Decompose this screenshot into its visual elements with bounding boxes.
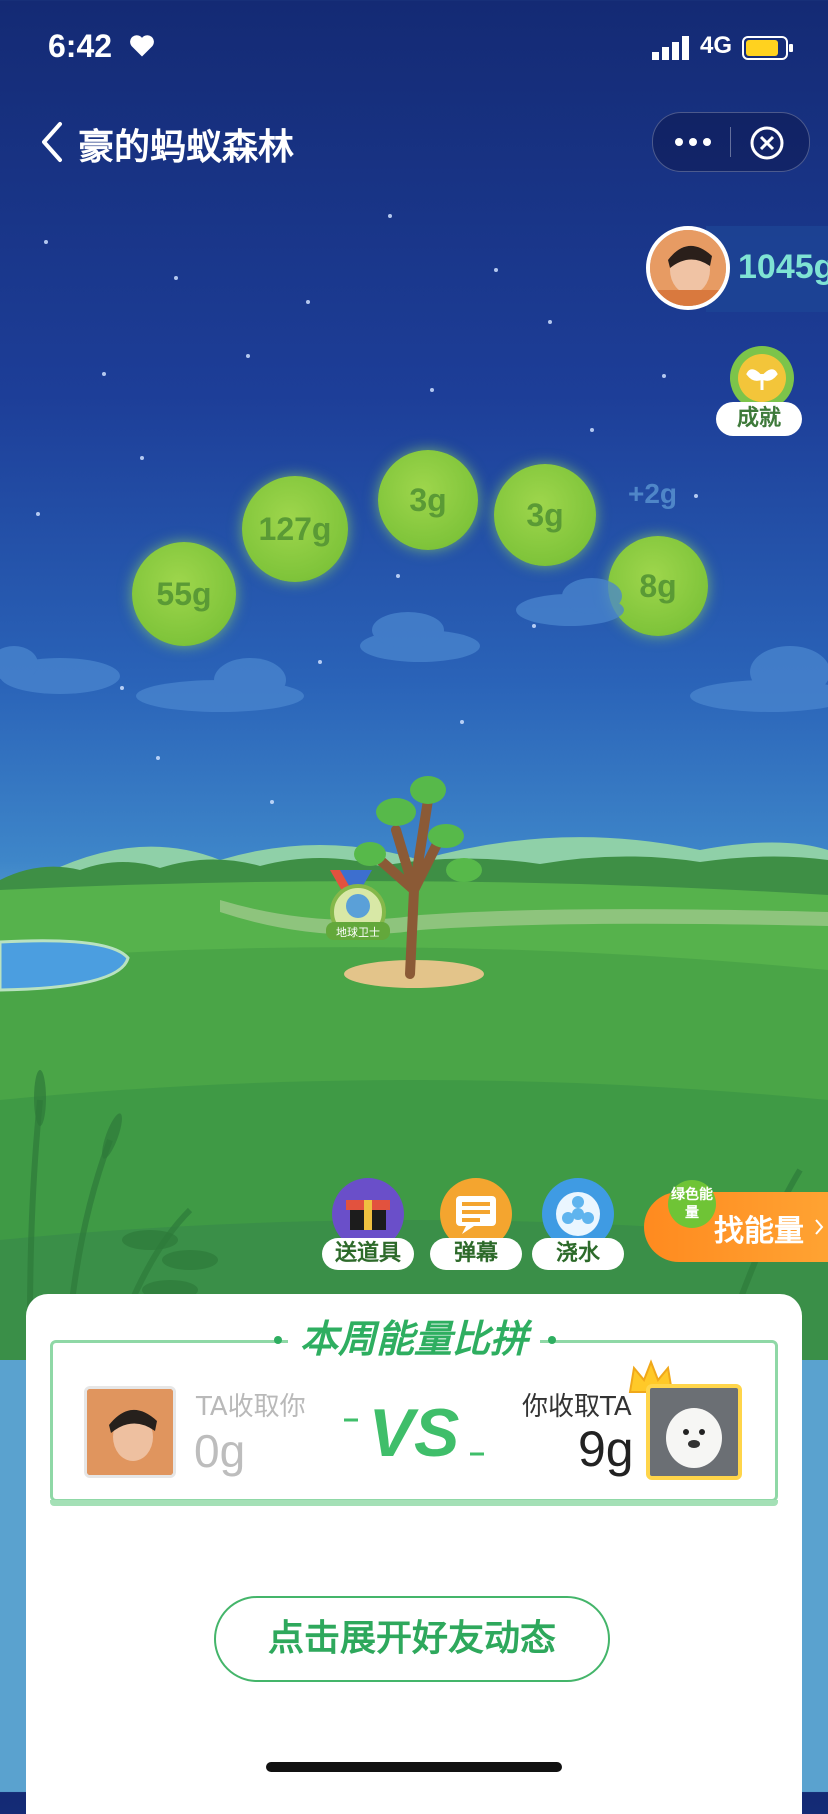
star xyxy=(548,320,552,324)
battery-icon xyxy=(742,36,793,60)
capsule-divider xyxy=(730,127,731,157)
danmaku-label: 弹幕 xyxy=(430,1238,522,1270)
star xyxy=(140,456,144,460)
send-prop-label: 送道具 xyxy=(322,1238,414,1270)
star xyxy=(306,300,310,304)
expand-friend-feed-button[interactable]: 点击展开好友动态 xyxy=(214,1596,610,1682)
star xyxy=(102,372,106,376)
mini-program-capsule xyxy=(652,112,810,172)
pk-title-wrap: 本周能量比拼 xyxy=(288,1316,540,1362)
back-icon[interactable] xyxy=(38,120,68,164)
user-energy-badge[interactable]: 1045g xyxy=(646,226,828,312)
star xyxy=(494,268,498,272)
star xyxy=(388,214,392,218)
plus-energy-text: +2g xyxy=(628,478,678,509)
medal-text: 地球卫士 xyxy=(336,925,380,939)
weekly-pk-card: 本周能量比拼 TA收取你 0g VS 你收取TA 9g 点击展开好友动态 xyxy=(26,1294,802,1814)
ta-collected-label: TA收取你 xyxy=(196,1392,306,1422)
danmaku-button[interactable]: 弹幕 xyxy=(430,1178,522,1270)
home-indicator xyxy=(266,1762,562,1772)
user-avatar[interactable] xyxy=(646,226,730,310)
achievement-button[interactable]: 成就 xyxy=(716,344,808,444)
network-type: 4G xyxy=(700,32,733,59)
status-time: 6:42 xyxy=(48,28,113,64)
star xyxy=(174,276,178,280)
avatar-image xyxy=(650,230,726,306)
vs-graphic: VS xyxy=(344,1395,484,1468)
star xyxy=(36,512,40,516)
vs-text: VS xyxy=(369,1395,460,1468)
close-icon[interactable] xyxy=(749,125,785,161)
green-energy-badge: 绿色能量 xyxy=(668,1180,716,1228)
energy-ball[interactable]: 3g xyxy=(494,464,596,566)
energy-ball[interactable]: 3g xyxy=(378,450,478,550)
star xyxy=(246,354,250,358)
status-bar: 6:42 4G xyxy=(0,0,828,100)
page-title: 豪的蚂蚁森林 xyxy=(78,127,295,168)
friend-avatar[interactable] xyxy=(84,1386,176,1478)
achievement-label: 成就 xyxy=(716,402,802,436)
star xyxy=(44,240,48,244)
me-collected-value: 9g xyxy=(578,1421,634,1477)
find-energy-label: 找能量 xyxy=(714,1214,804,1249)
water-label: 浇水 xyxy=(532,1238,624,1270)
pk-title: 本周能量比拼 xyxy=(299,1317,528,1361)
pk-box-shadow xyxy=(50,1500,778,1506)
send-prop-button[interactable]: 送道具 xyxy=(322,1178,414,1270)
star xyxy=(590,428,594,432)
ta-collected-value: 0g xyxy=(194,1425,246,1477)
star xyxy=(662,374,666,378)
title-dot xyxy=(548,1336,556,1344)
star xyxy=(430,388,434,392)
signal-icon xyxy=(652,36,689,60)
user-energy-value: 1045g xyxy=(738,248,828,286)
chevron-right-icon xyxy=(815,1219,824,1235)
star xyxy=(694,494,698,498)
heart-icon xyxy=(130,35,154,57)
title-dot xyxy=(274,1336,282,1344)
me-collected-label: 你收取TA xyxy=(522,1392,632,1422)
water-button[interactable]: 浇水 xyxy=(532,1178,624,1270)
my-avatar[interactable] xyxy=(646,1384,742,1480)
more-icon[interactable] xyxy=(671,127,715,157)
